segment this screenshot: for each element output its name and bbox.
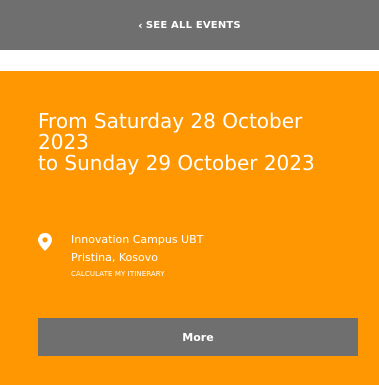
venue-city: Pristina, Kosovo (71, 251, 158, 264)
chevron-left-icon: ‹ (138, 18, 143, 32)
location-pin-icon (38, 233, 52, 251)
event-dates: From Saturday 28 October 2023 to Sunday … (38, 111, 368, 174)
more-button[interactable]: More (38, 318, 358, 356)
see-all-events-label: SEE ALL EVENTS (145, 19, 241, 31)
date-line-3: to Sunday 29 October 2023 (38, 151, 315, 175)
event-card: From Saturday 28 October 2023 to Sunday … (0, 71, 379, 385)
location-text: Innovation Campus UBT Pristina, Kosovo C… (71, 231, 203, 281)
date-line-1: From Saturday 28 October (38, 109, 303, 133)
calculate-itinerary-link[interactable]: CALCULATE MY ITINERARY (71, 267, 203, 281)
venue-name: Innovation Campus UBT (71, 233, 204, 246)
see-all-events-link[interactable]: ‹ SEE ALL EVENTS (138, 20, 241, 31)
top-bar: ‹ SEE ALL EVENTS (0, 0, 379, 50)
event-location: Innovation Campus UBT Pristina, Kosovo C… (38, 231, 358, 291)
date-line-2: 2023 (38, 130, 89, 154)
event-page: ‹ SEE ALL EVENTS From Saturday 28 Octobe… (0, 0, 379, 385)
